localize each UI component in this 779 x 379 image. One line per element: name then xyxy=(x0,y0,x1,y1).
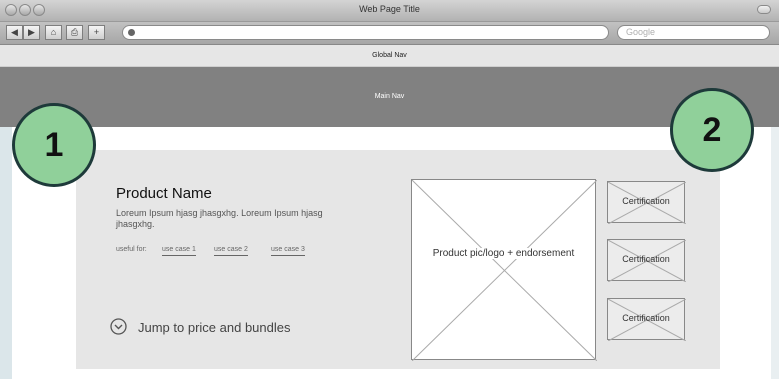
certification-label: Certification xyxy=(622,313,670,323)
print-button[interactable]: ⎙ xyxy=(66,25,83,40)
home-icon: ⌂ xyxy=(50,27,57,37)
certification-badge: Certification xyxy=(607,181,686,224)
callout-badge-2: 2 xyxy=(670,88,754,172)
home-button[interactable]: ⌂ xyxy=(45,25,62,40)
printer-icon: ⎙ xyxy=(70,27,79,37)
product-description: Loreum Ipsum hjasg jhasgxhg. Loreum Ipsu… xyxy=(116,208,323,229)
jump-to-price-link[interactable]: Jump to price and bundles xyxy=(138,320,290,335)
toolbar-toggle-button[interactable] xyxy=(757,5,771,14)
placeholder-cross-icon xyxy=(412,180,597,361)
chevron-down-circle-icon[interactable] xyxy=(110,318,127,335)
global-nav[interactable]: Global Nav xyxy=(0,45,779,67)
certification-label: Certification xyxy=(622,196,670,206)
forward-arrow-icon: ▶ xyxy=(28,27,35,37)
back-button[interactable]: ◀ xyxy=(6,25,23,40)
use-case-link[interactable]: use case 3 xyxy=(271,246,305,256)
search-input[interactable]: Google xyxy=(617,25,770,40)
window-title: Web Page Title xyxy=(359,4,420,14)
address-bar[interactable] xyxy=(122,25,609,40)
browser-toolbar: ◀ ▶ ⌂ ⎙ + Google xyxy=(0,22,779,45)
certification-label: Certification xyxy=(622,254,670,264)
forward-button[interactable]: ▶ xyxy=(23,25,40,40)
use-case-link[interactable]: use case 2 xyxy=(214,246,248,256)
certification-badge: Certification xyxy=(607,298,686,341)
use-case-link[interactable]: use case 1 xyxy=(162,246,196,256)
right-margin xyxy=(771,127,779,379)
plus-icon: + xyxy=(93,27,100,37)
site-icon xyxy=(128,29,135,36)
add-bookmark-button[interactable]: + xyxy=(88,25,105,40)
useful-for-label: useful for: xyxy=(116,246,147,253)
certification-badge: Certification xyxy=(607,239,686,282)
product-name: Product Name xyxy=(116,185,212,202)
left-margin xyxy=(0,127,12,379)
callout-badge-1: 1 xyxy=(12,103,96,187)
product-image-label: Product pic/logo + endorsement xyxy=(432,248,575,259)
title-bar: Web Page Title xyxy=(0,0,779,22)
browser-window: Web Page Title ◀ ▶ ⌂ ⎙ + Google Global N… xyxy=(0,0,779,379)
main-nav[interactable]: Main Nav xyxy=(0,67,779,127)
product-image-placeholder: Product pic/logo + endorsement xyxy=(411,179,597,361)
back-arrow-icon: ◀ xyxy=(11,27,18,37)
